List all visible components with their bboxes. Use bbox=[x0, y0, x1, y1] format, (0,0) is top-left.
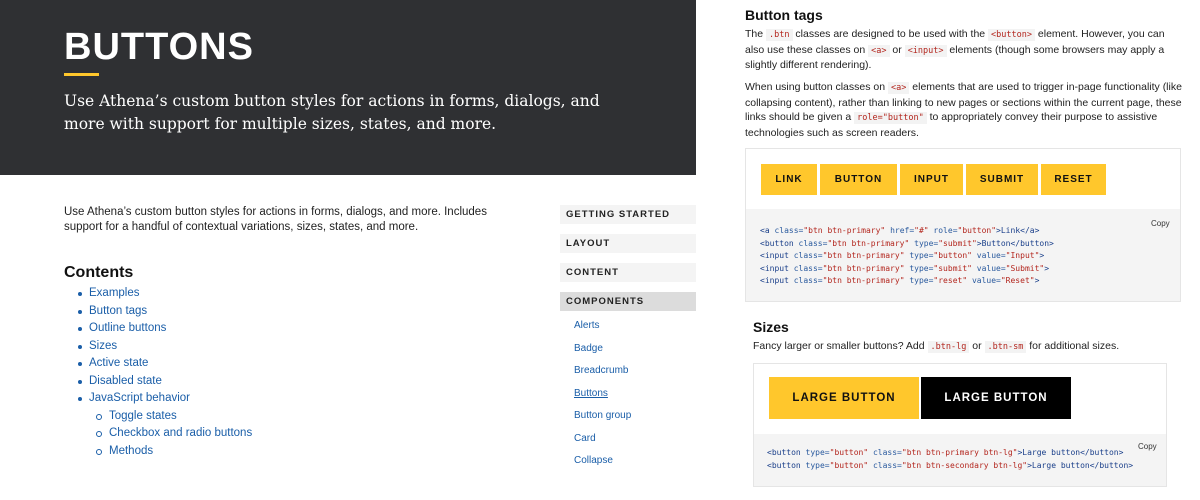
toc-item: Disabled state bbox=[76, 373, 252, 391]
toc-item: Active state bbox=[76, 355, 252, 373]
docs-sidebar: GETTING STARTED LAYOUT CONTENT COMPONENT… bbox=[560, 205, 696, 473]
toc-item: Button tags bbox=[76, 303, 252, 321]
inline-code: <button> bbox=[988, 29, 1035, 41]
title-underline bbox=[64, 73, 99, 76]
code-line: <button class="btn btn-primary" type="su… bbox=[760, 238, 1054, 248]
link-button[interactable]: LINK bbox=[761, 164, 817, 195]
nav-section-layout[interactable]: LAYOUT bbox=[560, 234, 696, 253]
table-of-contents: Examples Button tags Outline buttons Siz… bbox=[76, 285, 252, 460]
toc-link-outline-buttons[interactable]: Outline buttons bbox=[89, 322, 166, 334]
toc-item: Examples bbox=[76, 285, 252, 303]
nav-link-card[interactable]: Card bbox=[560, 428, 696, 451]
code-line: <input class="btn btn-primary" type="res… bbox=[760, 276, 1040, 285]
nav-link-badge[interactable]: Badge bbox=[560, 338, 696, 361]
toc-item: JavaScript behavior bbox=[76, 390, 252, 408]
toc-link-sizes[interactable]: Sizes bbox=[89, 340, 117, 352]
sizes-example: LARGE BUTTON LARGE BUTTON Copy <button t… bbox=[753, 363, 1167, 487]
toc-item: Sizes bbox=[76, 338, 252, 356]
toc-link-button-tags[interactable]: Button tags bbox=[89, 305, 147, 317]
nav-section-getting-started[interactable]: GETTING STARTED bbox=[560, 205, 696, 224]
toc-link-checkbox-radio[interactable]: Checkbox and radio buttons bbox=[109, 427, 252, 439]
button-button[interactable]: BUTTON bbox=[820, 164, 897, 195]
toc-link-examples[interactable]: Examples bbox=[89, 287, 140, 299]
sizes-heading: Sizes bbox=[753, 319, 789, 335]
code-snippet: Copy <button type="button" class="btn bt… bbox=[754, 434, 1166, 486]
toc-link-toggle-states[interactable]: Toggle states bbox=[109, 410, 177, 422]
large-primary-button[interactable]: LARGE BUTTON bbox=[769, 377, 919, 419]
toc-item: Outline buttons bbox=[76, 320, 252, 338]
toc-subitem: Checkbox and radio buttons bbox=[76, 425, 252, 443]
inline-code: .btn-lg bbox=[927, 341, 970, 353]
nav-link-button-group[interactable]: Button group bbox=[560, 405, 696, 428]
role-button-paragraph: When using button classes on <a> element… bbox=[745, 81, 1182, 139]
code-line: <button type="button" class="btn btn-sec… bbox=[767, 460, 1134, 470]
inline-code: role="button" bbox=[854, 112, 927, 124]
toc-subitem: Methods bbox=[76, 443, 252, 461]
contents-heading: Contents bbox=[64, 264, 134, 281]
inline-code: .btn-sm bbox=[984, 341, 1027, 353]
toc-subitem: Toggle states bbox=[76, 408, 252, 426]
nav-section-components[interactable]: COMPONENTS bbox=[560, 292, 696, 311]
toc-link-disabled-state[interactable]: Disabled state bbox=[89, 375, 162, 387]
inline-code: .btn bbox=[766, 29, 793, 41]
toc-link-methods[interactable]: Methods bbox=[109, 445, 153, 457]
code-line: <a class="btn btn-primary" href="#" role… bbox=[760, 226, 1040, 235]
intro-text: Use Athena’s custom button styles for ac… bbox=[64, 206, 487, 233]
code-line: <input class="btn btn-primary" type="sub… bbox=[760, 263, 1050, 273]
page-header: BUTTONS Use Athena’s custom button style… bbox=[0, 0, 696, 175]
nav-link-collapse[interactable]: Collapse bbox=[560, 450, 696, 473]
input-button[interactable]: INPUT bbox=[900, 164, 963, 195]
button-tags-paragraph: The .btn classes are designed to be used… bbox=[745, 28, 1165, 71]
copy-button[interactable]: Copy bbox=[1151, 219, 1170, 228]
sizes-paragraph: Fancy larger or smaller buttons? Add .bt… bbox=[753, 340, 1120, 353]
reset-button[interactable]: RESET bbox=[1041, 164, 1106, 195]
toc-link-active-state[interactable]: Active state bbox=[89, 357, 148, 369]
button-tags-example: LINK BUTTON INPUT SUBMIT RESET Copy <a c… bbox=[745, 148, 1181, 302]
inline-code: <a> bbox=[888, 82, 910, 94]
large-secondary-button[interactable]: LARGE BUTTON bbox=[921, 377, 1071, 419]
inline-code: <input> bbox=[904, 44, 947, 57]
nav-link-alerts[interactable]: Alerts bbox=[560, 315, 696, 338]
nav-link-buttons[interactable]: Buttons bbox=[560, 383, 696, 406]
code-line: <button type="button" class="btn btn-pri… bbox=[767, 448, 1124, 457]
code-snippet: Copy <a class="btn btn-primary" href="#"… bbox=[746, 209, 1180, 301]
toc-link-javascript-behavior[interactable]: JavaScript behavior bbox=[89, 392, 190, 404]
page-title: BUTTONS bbox=[64, 26, 254, 68]
code-line: <input class="btn btn-primary" type="but… bbox=[760, 251, 1045, 260]
copy-button[interactable]: Copy bbox=[1138, 442, 1157, 451]
button-tags-heading: Button tags bbox=[745, 7, 823, 23]
nav-link-breadcrumb[interactable]: Breadcrumb bbox=[560, 360, 696, 383]
submit-button[interactable]: SUBMIT bbox=[966, 164, 1038, 195]
nav-section-content[interactable]: CONTENT bbox=[560, 263, 696, 282]
page-subtitle: Use Athena’s custom button styles for ac… bbox=[64, 92, 600, 133]
inline-code: <a> bbox=[868, 44, 890, 57]
